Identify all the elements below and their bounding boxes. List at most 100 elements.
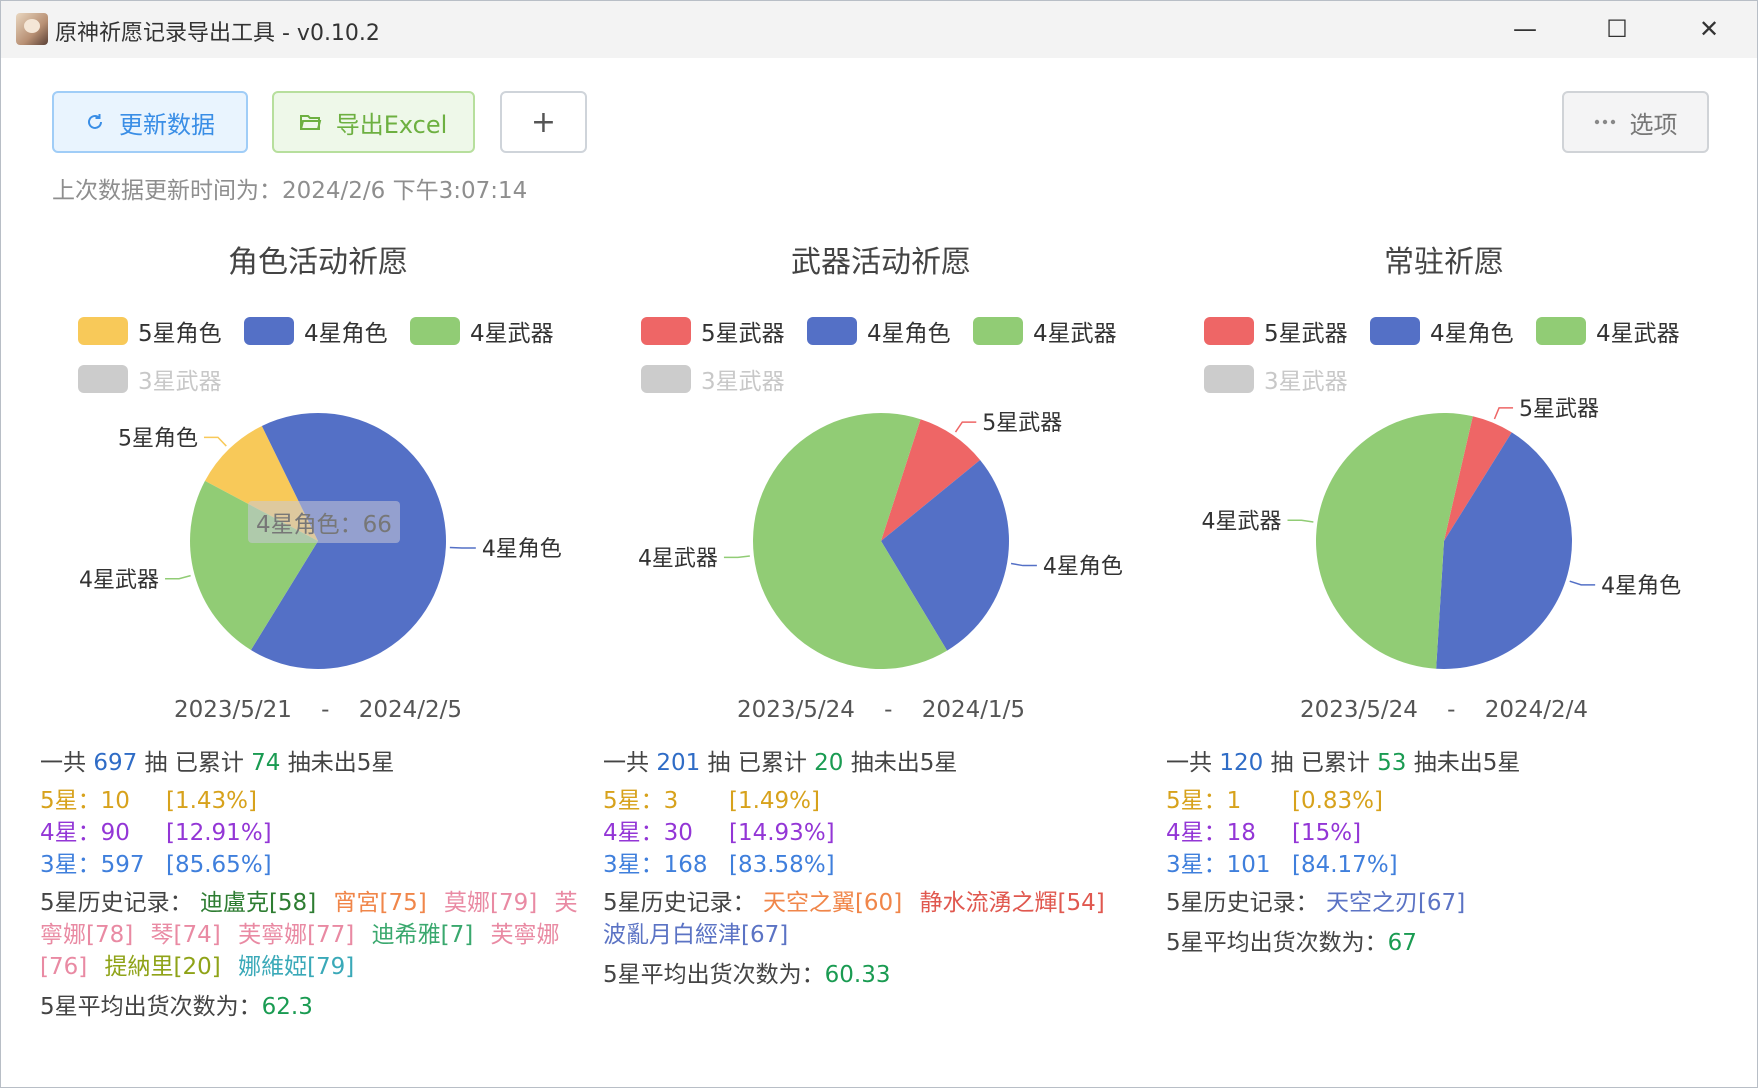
legend-label: 5星武器 (1264, 321, 1348, 347)
app-window: 原神祈愿记录导出工具 - v0.10.2 — ☐ ✕ 更新数据 导出Excel … (0, 0, 1758, 1088)
legend-swatch (973, 317, 1023, 345)
refresh-data-button[interactable]: 更新数据 (52, 91, 248, 153)
pie-slice-label: 4星角色 (482, 537, 562, 562)
legend-label: 4星武器 (1033, 321, 1117, 347)
legend-item-4star-weapon[interactable]: 4星武器 (1536, 317, 1680, 347)
rate-5star: 5星：3 [1.49%] (603, 785, 1143, 817)
total-mid: 抽 已累计 (707, 750, 807, 776)
average-line: 5星平均出货次数为：60.33 (603, 959, 1143, 991)
legend-label: 4星角色 (867, 321, 951, 347)
folder-icon (299, 113, 322, 131)
total-mid: 抽 已累计 (144, 750, 244, 776)
pie-label-line (1010, 562, 1037, 567)
pity-count: 74 (251, 750, 281, 776)
five-star-history: 5星历史记录： 天空之刃[67] (1166, 887, 1706, 919)
add-button[interactable]: + (500, 91, 587, 153)
rate-4star: 4星：18 [15%] (1166, 817, 1706, 849)
date-range: 2023/5/21 - 2024/2/5 (38, 697, 598, 723)
total-line: 一共 120 抽 已累计 53 抽未出5星 (1166, 747, 1706, 779)
rate-pct: [83.58%] (729, 852, 835, 878)
chart-tooltip: 4星角色：66 (248, 501, 400, 543)
legend-swatch (410, 317, 460, 345)
avg-label: 5星平均出货次数为： (603, 962, 825, 988)
pity-count: 53 (1377, 750, 1407, 776)
date-separator: - (884, 697, 893, 723)
legend-item-5star-character[interactable]: 5星角色 (78, 317, 222, 347)
export-excel-button[interactable]: 导出Excel (272, 91, 475, 153)
date-end: 2024/2/4 (1484, 697, 1589, 723)
minimize-button[interactable]: — (1505, 13, 1545, 45)
rate-pct: [15%] (1292, 820, 1362, 846)
pie-slice-label: 5星武器 (1519, 397, 1599, 422)
total-suffix: 抽未出5星 (850, 750, 958, 776)
history-item: 宵宮[75] (333, 890, 427, 916)
legend-item-4star-character[interactable]: 4星角色 (807, 317, 951, 347)
rate-label: 3星：597 (40, 852, 145, 878)
export-excel-label: 导出Excel (335, 110, 448, 139)
pie-slice-label: 5星武器 (982, 411, 1062, 436)
avg-value: 62.3 (261, 994, 313, 1020)
history-item: 娜維婭[79] (238, 954, 355, 980)
legend-swatch (807, 317, 857, 345)
window-title: 原神祈愿记录导出工具 - v0.10.2 (55, 21, 380, 46)
pie-label-line (1287, 519, 1314, 523)
history-item: 波亂月白經津[67] (603, 922, 789, 948)
history-label: 5星历史记录： (603, 890, 756, 916)
legend-label: 5星武器 (701, 321, 785, 347)
pie-slice-label: 4星角色 (1601, 574, 1681, 599)
legend-item-4star-weapon[interactable]: 4星武器 (410, 317, 554, 347)
total-line: 一共 201 抽 已累计 20 抽未出5星 (603, 747, 1143, 779)
average-line: 5星平均出货次数为：67 (1166, 927, 1706, 959)
history-item: 琴[74] (150, 922, 221, 948)
legend-label: 4星武器 (1596, 321, 1680, 347)
rate-label: 4星：18 (1166, 820, 1256, 846)
legend-item-4star-weapon[interactable]: 4星武器 (973, 317, 1117, 347)
panel-title: 角色活动祈愿 (228, 245, 408, 280)
rate-label: 5星：1 (1166, 788, 1242, 814)
date-range: 2023/5/24 - 2024/2/4 (1164, 697, 1724, 723)
pie-label-line (723, 555, 750, 559)
history-item: 莫娜[79] (444, 890, 538, 916)
legend-swatch (1370, 317, 1420, 345)
legend-item-5star-weapon[interactable]: 5星武器 (1204, 317, 1348, 347)
options-button[interactable]: 选项 (1562, 91, 1709, 153)
legend-swatch (78, 317, 128, 345)
legend-item-4star-character[interactable]: 4星角色 (244, 317, 388, 347)
legend-label: 4星角色 (1430, 321, 1514, 347)
date-start: 2023/5/24 (736, 697, 855, 723)
total-prefix: 一共 (1166, 750, 1212, 776)
rate-pct: [84.17%] (1292, 852, 1398, 878)
pie-chart-weapon-event[interactable]: 5星武器 4星角色 4星武器 (601, 373, 1161, 683)
rate-label: 4星：30 (603, 820, 693, 846)
avg-label: 5星平均出货次数为： (40, 994, 262, 1020)
pie-slice-label: 4星武器 (79, 568, 159, 593)
date-range: 2023/5/24 - 2024/1/5 (601, 697, 1161, 723)
legend-item-5star-weapon[interactable]: 5星武器 (641, 317, 785, 347)
pie-chart-standard[interactable]: 5星武器 4星角色 4星武器 (1164, 373, 1724, 683)
pie-label-line (203, 436, 227, 447)
history-item: 天空之刃[67] (1325, 890, 1466, 916)
title-bar[interactable]: 原神祈愿记录导出工具 - v0.10.2 — ☐ ✕ (1, 1, 1757, 58)
legend-item-4star-character[interactable]: 4星角色 (1370, 317, 1514, 347)
options-label: 选项 (1629, 110, 1678, 139)
refresh-icon (85, 112, 105, 132)
rate-label: 4星：90 (40, 820, 130, 846)
panel-title: 常驻祈愿 (1384, 245, 1504, 280)
app-icon (16, 13, 48, 45)
total-count: 120 (1219, 750, 1264, 776)
panel-title: 武器活动祈愿 (791, 245, 971, 280)
rate-3star: 3星：168 [83.58%] (603, 849, 1143, 881)
pity-count: 20 (814, 750, 844, 776)
stats-block: 一共 697 抽 已累计 74 抽未出5星 5星：10 [1.43%] 4星：90… (40, 747, 580, 1023)
legend-label: 5星角色 (138, 321, 222, 347)
five-star-history: 5星历史记录： 天空之翼[60] 静水流湧之輝[54] 波亂月白經津[67] (603, 887, 1143, 951)
maximize-button[interactable]: ☐ (1597, 13, 1637, 45)
total-prefix: 一共 (40, 750, 86, 776)
rate-pct: [1.43%] (166, 788, 258, 814)
pie-label-line (954, 421, 977, 433)
avg-label: 5星平均出货次数为： (1166, 930, 1388, 956)
close-button[interactable]: ✕ (1689, 13, 1729, 45)
total-count: 697 (93, 750, 138, 776)
legend-swatch (1204, 317, 1254, 345)
total-suffix: 抽未出5星 (287, 750, 395, 776)
